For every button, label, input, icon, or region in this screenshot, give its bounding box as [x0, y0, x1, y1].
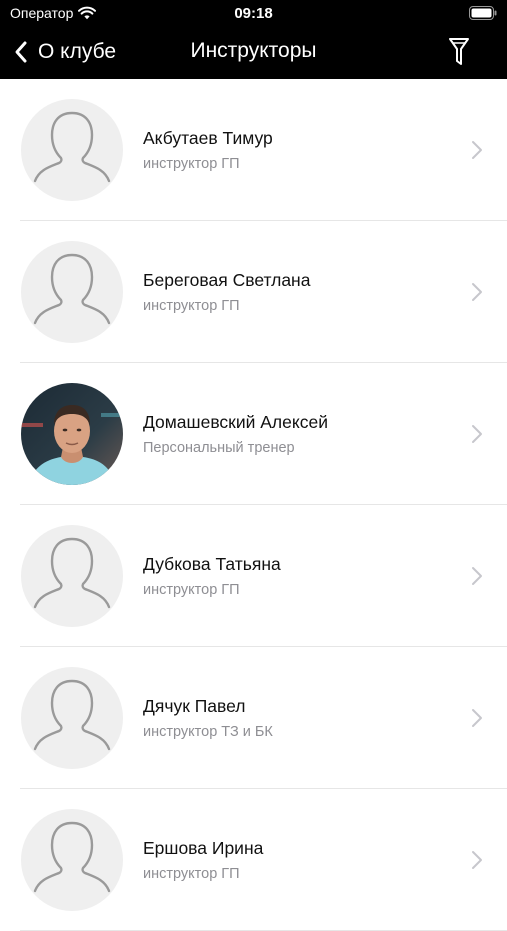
instructor-row[interactable]: Домашевский Алексей Персональный тренер: [0, 363, 507, 505]
top-bar: Оператор 09:18 О клубе Инструкторы: [0, 0, 507, 79]
chevron-right-icon: [472, 141, 482, 159]
person-silhouette-icon: [33, 111, 111, 183]
page-title: Инструкторы: [190, 39, 317, 62]
instructor-name: Ершова Ирина: [143, 838, 264, 858]
instructor-name: Дячук Павел: [143, 696, 246, 716]
instructor-role: инструктор ГП: [143, 298, 240, 314]
instructor-role: инструктор ГП: [143, 582, 240, 598]
instructor-name: Дубкова Татьяна: [143, 554, 281, 574]
avatar: [21, 809, 123, 911]
avatar: [21, 525, 123, 627]
instructor-row[interactable]: Ершова Ирина инструктор ГП: [0, 789, 507, 931]
chevron-right-icon: [472, 851, 482, 869]
instructor-role: инструктор ГП: [143, 866, 240, 882]
battery-icon: [469, 6, 497, 20]
instructor-role: инструктор ГП: [143, 156, 240, 172]
instructor-role: инструктор ТЗ и БК: [143, 724, 273, 740]
chevron-right-icon: [472, 425, 482, 443]
status-time: 09:18: [234, 5, 273, 22]
chevron-right-icon: [472, 567, 482, 585]
instructor-name: Акбутаев Тимур: [143, 128, 273, 148]
person-silhouette-icon: [33, 253, 111, 325]
filter-icon: [449, 38, 469, 65]
avatar: [21, 241, 123, 343]
chevron-right-icon: [472, 283, 482, 301]
instructor-name: Береговая Светлана: [143, 270, 311, 290]
person-silhouette-icon: [33, 537, 111, 609]
instructor-photo: [21, 383, 123, 485]
instructor-role: Персональный тренер: [143, 440, 295, 456]
avatar: [21, 99, 123, 201]
instructor-row[interactable]: Дячук Павел инструктор ТЗ и БК: [0, 647, 507, 789]
instructor-row[interactable]: Акбутаев Тимур инструктор ГП: [0, 79, 507, 221]
instructor-list: Акбутаев Тимур инструктор ГП Береговая С…: [0, 79, 507, 931]
avatar: [21, 383, 123, 485]
chevron-right-icon: [472, 709, 482, 727]
person-silhouette-icon: [33, 821, 111, 893]
person-silhouette-icon: [33, 679, 111, 751]
filter-button[interactable]: [444, 36, 474, 68]
avatar: [21, 667, 123, 769]
instructor-row[interactable]: Дубкова Татьяна инструктор ГП: [0, 505, 507, 647]
instructor-name: Домашевский Алексей: [143, 412, 328, 432]
instructor-row[interactable]: Береговая Светлана инструктор ГП: [0, 221, 507, 363]
